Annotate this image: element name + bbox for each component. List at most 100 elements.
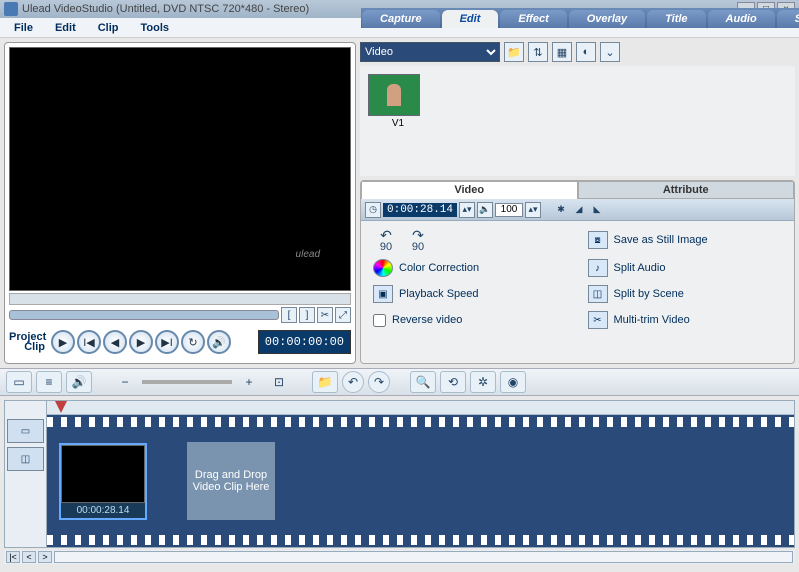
volume-spinner[interactable]: ▴▾ — [525, 202, 541, 218]
preview-viewport[interactable]: ulead — [9, 47, 351, 291]
smart-proxy-button[interactable]: 🔍 — [410, 371, 436, 393]
zoom-in-button[interactable]: + — [236, 371, 262, 393]
thumbnail-image — [368, 74, 420, 116]
options-tab-attribute[interactable]: Attribute — [578, 181, 795, 199]
split-audio-icon: ♪ — [588, 259, 608, 277]
goto-end-button[interactable]: ▶I — [155, 330, 179, 354]
audio-view-button[interactable]: 🔊 — [66, 371, 92, 393]
play-button[interactable]: ▶ — [51, 330, 75, 354]
menu-clip[interactable]: Clip — [88, 20, 129, 36]
multitrim-button[interactable]: ✂Multi-trim Video — [588, 311, 783, 329]
timecode-display[interactable]: 00:00:00:00 — [258, 330, 351, 354]
overlay-track-button[interactable]: ◫ — [7, 447, 44, 471]
track-header-column: ▭ ◫ — [5, 401, 47, 547]
timeline-area: ▭ ◫ 00:00:28.14 Drag and Drop Video Clip… — [0, 396, 799, 564]
trim-bar[interactable] — [9, 310, 279, 320]
scroll-track[interactable] — [54, 551, 793, 563]
playback-speed-button[interactable]: ▣Playback Speed — [373, 285, 568, 303]
menu-edit[interactable]: Edit — [45, 20, 86, 36]
options-tab-video[interactable]: Video — [361, 181, 578, 199]
scroll-right-button[interactable]: > — [38, 551, 52, 563]
undo-button[interactable]: ↶ — [342, 371, 364, 393]
tab-capture[interactable]: Capture — [362, 10, 440, 28]
menubar: File Edit Clip Tools Capture Edit Effect… — [0, 18, 799, 38]
duration-icon[interactable]: ◷ — [365, 202, 381, 218]
zoom-slider[interactable] — [142, 380, 232, 384]
mark-out-button[interactable]: ] — [299, 307, 315, 323]
reverse-checkbox-input[interactable] — [373, 314, 386, 327]
menu-file[interactable]: File — [4, 20, 43, 36]
save-still-button[interactable]: ⧇Save as Still Image — [588, 229, 783, 251]
options-icon[interactable]: ◐ — [576, 42, 596, 62]
rotate-left-button[interactable]: ↶90 — [373, 229, 399, 251]
timeline-scrollbar: |< < > — [4, 550, 795, 564]
clip-duration-label: 00:00:28.14 — [61, 503, 145, 518]
timeline-ruler[interactable] — [47, 401, 794, 415]
options-control-bar: ◷ 0:00:28.14 ▴▾ 🔈 ▴▾ ✱ ◢ ◣ — [361, 199, 794, 221]
video-track-button[interactable]: ▭ — [7, 419, 44, 443]
options-panel: Video Attribute ◷ 0:00:28.14 ▴▾ 🔈 ▴▾ ✱ ◢… — [360, 180, 795, 364]
expand-button[interactable]: ⤢ — [335, 307, 351, 323]
insert-media-button[interactable]: 📁 — [312, 371, 338, 393]
expand-library-icon[interactable]: ⌄ — [600, 42, 620, 62]
fit-project-button[interactable]: ⊡ — [266, 371, 292, 393]
speed-icon: ▣ — [373, 285, 393, 303]
library-manager-icon[interactable]: ▦ — [552, 42, 572, 62]
mute-icon[interactable]: ✱ — [553, 202, 569, 218]
tab-audio[interactable]: Audio — [708, 10, 775, 28]
scene-icon: ◫ — [588, 285, 608, 303]
reverse-video-checkbox[interactable]: Reverse video — [373, 311, 568, 329]
duration-value[interactable]: 0:00:28.14 — [383, 203, 457, 217]
thumbnail-label: V1 — [368, 118, 428, 129]
fade-in-icon[interactable]: ◢ — [571, 202, 587, 218]
color-wheel-icon — [373, 259, 393, 277]
clip-volume-icon[interactable]: 🔈 — [477, 202, 493, 218]
volume-input[interactable] — [495, 203, 523, 217]
mode-label[interactable]: Project Clip — [9, 332, 49, 352]
timeline-clip-1[interactable]: 00:00:28.14 — [59, 443, 147, 520]
playhead-marker[interactable] — [55, 401, 67, 413]
rotate-right-button[interactable]: ↷90 — [405, 229, 431, 251]
storyboard-view-button[interactable]: ▭ — [6, 371, 32, 393]
zoom-out-button[interactable]: − — [112, 371, 138, 393]
drop-zone[interactable]: Drag and Drop Video Clip Here — [187, 442, 275, 520]
transport-controls: Project Clip ▶ I◀ ◀ ▶ ▶I ↻ 🔊 00:00:00:00 — [9, 325, 351, 359]
library-clip-v1[interactable]: V1 — [368, 74, 428, 168]
menu-tools[interactable]: Tools — [131, 20, 180, 36]
storyboard-track[interactable]: 00:00:28.14 Drag and Drop Video Clip Her… — [47, 415, 794, 547]
watermark-text: ulead — [296, 249, 320, 260]
timeline-view-button[interactable]: ≡ — [36, 371, 62, 393]
folder-icon[interactable]: 📁 — [504, 42, 524, 62]
multitrim-icon: ✂ — [588, 311, 608, 329]
prev-frame-button[interactable]: ◀ — [103, 330, 127, 354]
app-icon — [4, 2, 18, 16]
goto-start-button[interactable]: I◀ — [77, 330, 101, 354]
cut-button[interactable]: ✂ — [317, 307, 333, 323]
color-correction-button[interactable]: Color Correction — [373, 259, 568, 277]
tab-title[interactable]: Title — [647, 10, 705, 28]
redo-button[interactable]: ↷ — [368, 371, 390, 393]
sort-icon[interactable]: ⇅ — [528, 42, 548, 62]
fade-out-icon[interactable]: ◣ — [589, 202, 605, 218]
tab-edit[interactable]: Edit — [442, 10, 499, 28]
enable-5-1-button[interactable]: ◉ — [500, 371, 526, 393]
library-thumbnails: V1 — [360, 66, 795, 176]
next-frame-button[interactable]: ▶ — [129, 330, 153, 354]
library-toolbar: Video 📁 ⇅ ▦ ◐ ⌄ — [360, 42, 795, 62]
split-audio-button[interactable]: ♪Split Audio — [588, 259, 783, 277]
scroll-start-button[interactable]: |< — [6, 551, 20, 563]
tab-effect[interactable]: Effect — [500, 10, 566, 28]
mark-in-button[interactable]: [ — [281, 307, 297, 323]
repeat-button[interactable]: ↻ — [181, 330, 205, 354]
system-volume-button[interactable]: 🔊 — [207, 330, 231, 354]
scroll-left-button[interactable]: < — [22, 551, 36, 563]
step-tabs: Capture Edit Effect Overlay Title Audio … — [361, 8, 799, 28]
split-scene-button[interactable]: ◫Split by Scene — [588, 285, 783, 303]
preview-scrollbar[interactable] — [9, 293, 351, 305]
duration-spinner[interactable]: ▴▾ — [459, 202, 475, 218]
tab-share[interactable]: Share — [777, 10, 799, 28]
batch-convert-button[interactable]: ⟲ — [440, 371, 466, 393]
track-manager-button[interactable]: ✲ — [470, 371, 496, 393]
tab-overlay[interactable]: Overlay — [569, 10, 645, 28]
library-category-select[interactable]: Video — [360, 42, 500, 62]
